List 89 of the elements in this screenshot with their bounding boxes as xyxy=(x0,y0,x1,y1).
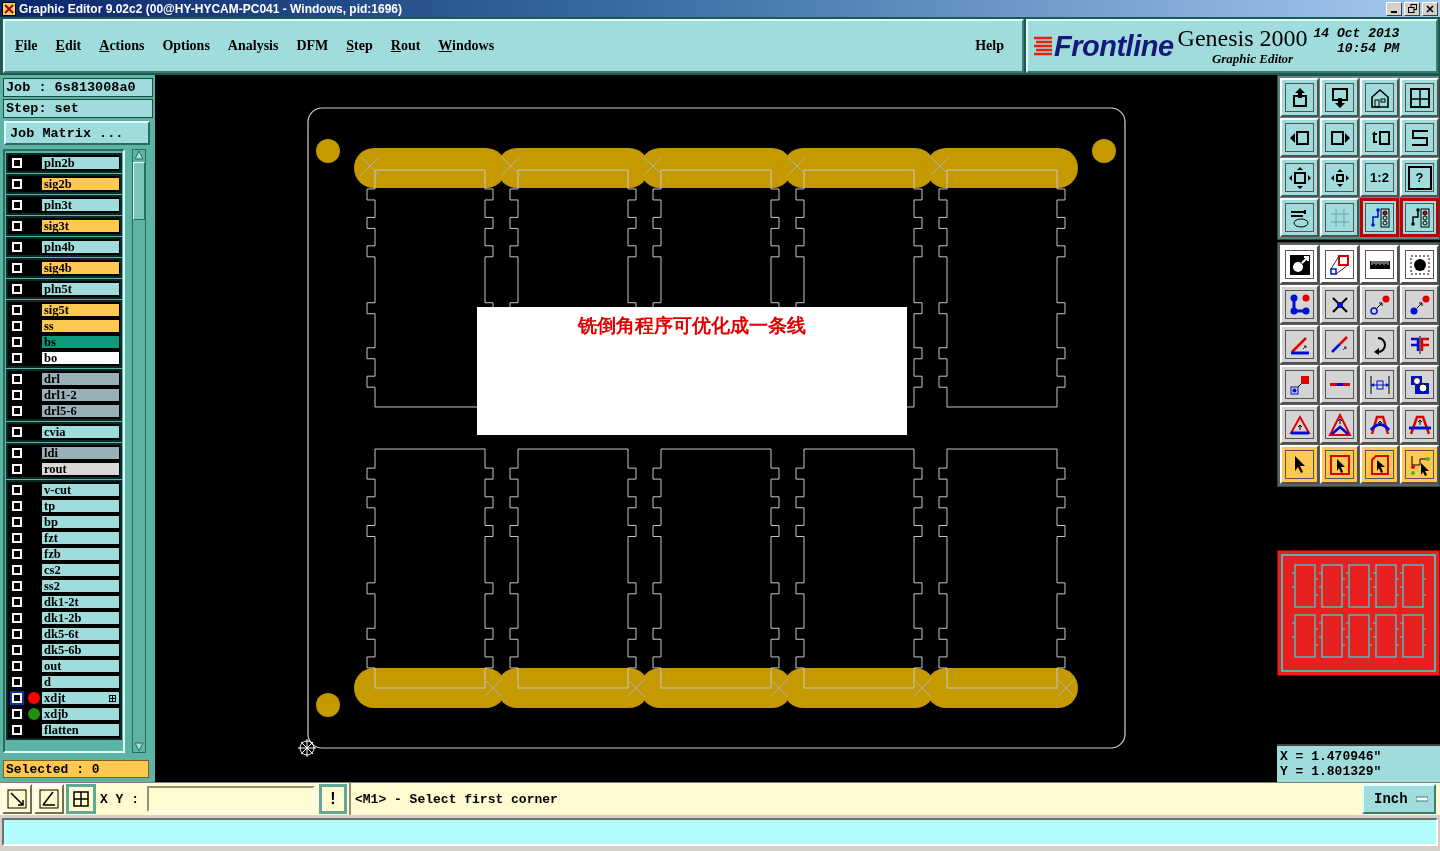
layer-name[interactable]: ss2 xyxy=(41,579,120,593)
app-icon xyxy=(2,1,16,16)
menu-item[interactable]: File xyxy=(15,38,38,54)
panel-preview-drawing[interactable] xyxy=(1277,550,1440,676)
layer-name[interactable]: pln5t xyxy=(41,282,120,296)
menu-item[interactable]: Options xyxy=(162,38,210,54)
minimize-icon xyxy=(1391,10,1397,13)
layer-name[interactable]: dk5-6b xyxy=(41,643,120,657)
layer-name[interactable]: dk5-6t xyxy=(41,627,120,641)
layer-name[interactable]: out xyxy=(41,659,120,673)
pointer-icon xyxy=(1294,456,1305,473)
layer-name[interactable]: xdjt xyxy=(41,691,120,705)
layer-name[interactable]: fzb xyxy=(41,547,120,561)
tool-button[interactable] xyxy=(1360,198,1399,237)
angle-icon xyxy=(38,788,60,810)
step-label: Step: set xyxy=(3,99,153,118)
xy-input-field[interactable] xyxy=(147,786,315,812)
layer-name[interactable]: pln4b xyxy=(41,240,120,254)
box-connect-icon xyxy=(1327,252,1352,277)
expand-icon xyxy=(1287,165,1312,190)
job-matrix-button[interactable]: Job Matrix ... xyxy=(4,121,150,145)
menu-item[interactable]: Actions xyxy=(99,38,145,54)
job-label: Job : 6s813008a0 xyxy=(3,78,153,97)
window-title: Graphic Editor 9.02c2 (00@HY-HYCAM-PC041 - Windows, pid:1696) xyxy=(19,1,402,16)
layer-name[interactable]: dk1-2b xyxy=(41,611,120,625)
layer-name[interactable]: drl xyxy=(41,372,120,386)
layer-name[interactable]: drl5-6 xyxy=(41,404,120,418)
alert-button[interactable]: ! xyxy=(319,784,347,814)
time-label: 10:54 PM xyxy=(1336,41,1400,56)
layer-name[interactable]: cs2 xyxy=(41,563,120,577)
layer-name[interactable]: fzt xyxy=(41,531,120,545)
layer-name[interactable]: sig3t xyxy=(41,219,120,233)
restore-icon xyxy=(1407,4,1417,13)
layer-name[interactable]: ldi xyxy=(41,446,120,460)
layer-name[interactable]: pln3t xyxy=(41,198,120,212)
scroll-thumb[interactable] xyxy=(133,162,145,220)
line-icon xyxy=(1329,383,1350,386)
units-button[interactable]: Inch xyxy=(1362,784,1436,814)
brand-logo: Frontline xyxy=(1054,29,1174,63)
layer-name[interactable]: sig4b xyxy=(41,261,120,275)
layer-name[interactable]: drl1-2 xyxy=(41,388,120,402)
menu-item[interactable]: Step xyxy=(346,38,373,54)
menu-item[interactable]: Help xyxy=(975,38,1004,54)
tool-button[interactable] xyxy=(1400,198,1439,237)
layer-name[interactable]: dk1-2t xyxy=(41,595,120,609)
menu-item[interactable]: Windows xyxy=(438,38,495,54)
scrollbar[interactable] xyxy=(132,149,146,753)
layer-name[interactable]: flatten xyxy=(41,723,120,737)
layer-name[interactable]: bo xyxy=(41,351,120,365)
x-coordinate: X = 1.470946" xyxy=(1280,749,1383,764)
xy-label: X Y : xyxy=(100,791,139,807)
chevron-icon xyxy=(1327,412,1352,437)
menu-item[interactable]: DFM xyxy=(296,38,329,54)
layer-name[interactable]: v-cut xyxy=(41,483,120,497)
layer-name[interactable]: pln2b xyxy=(41,156,120,170)
resize-icon xyxy=(1287,252,1312,277)
layer-name[interactable]: cvia xyxy=(41,425,120,439)
menu-item[interactable]: Edit xyxy=(55,38,82,54)
speed-lines-icon xyxy=(1032,35,1054,57)
menu-item[interactable]: Rout xyxy=(390,38,421,54)
scroll-down-icon xyxy=(134,742,144,752)
window-grid-icon xyxy=(1407,85,1432,110)
restore-button[interactable] xyxy=(1404,1,1420,16)
grid-square-icon xyxy=(70,788,92,810)
y-coordinate: Y = 1.801329" xyxy=(1280,764,1383,779)
layer-name[interactable]: ss xyxy=(41,319,120,333)
dash-icon xyxy=(1416,796,1428,802)
tool-button[interactable]: 1:2 xyxy=(1360,158,1399,197)
layer-name[interactable]: sig5t xyxy=(41,303,120,317)
layer-name[interactable]: sig2b xyxy=(41,177,120,191)
tool-button[interactable]: ? xyxy=(1400,158,1439,197)
product-name: Genesis 2000 xyxy=(1177,25,1308,51)
close-button[interactable] xyxy=(1422,1,1438,16)
tool-button[interactable] xyxy=(66,784,96,814)
pointer-box-icon xyxy=(1327,452,1352,477)
date-label: 14 Oct 2013 xyxy=(1313,26,1400,41)
selected-count: Selected : 0 xyxy=(3,760,149,778)
layer-name[interactable]: bs xyxy=(41,335,120,349)
menu-item[interactable]: Analysis xyxy=(227,38,279,54)
minimize-button[interactable] xyxy=(1386,1,1402,16)
layer-name[interactable]: d xyxy=(41,675,120,689)
scroll-up-icon xyxy=(134,150,144,160)
ruler-icon xyxy=(1369,260,1390,269)
close-icon xyxy=(1426,4,1434,13)
layer-name[interactable]: rout xyxy=(41,462,120,476)
product-subtitle: Graphic Editor xyxy=(1211,51,1294,67)
annotation-note: 铣倒角程序可优化成一条线 xyxy=(477,307,907,435)
layer-name[interactable]: xdjb xyxy=(41,707,120,721)
layer-name[interactable]: tp xyxy=(41,499,120,513)
